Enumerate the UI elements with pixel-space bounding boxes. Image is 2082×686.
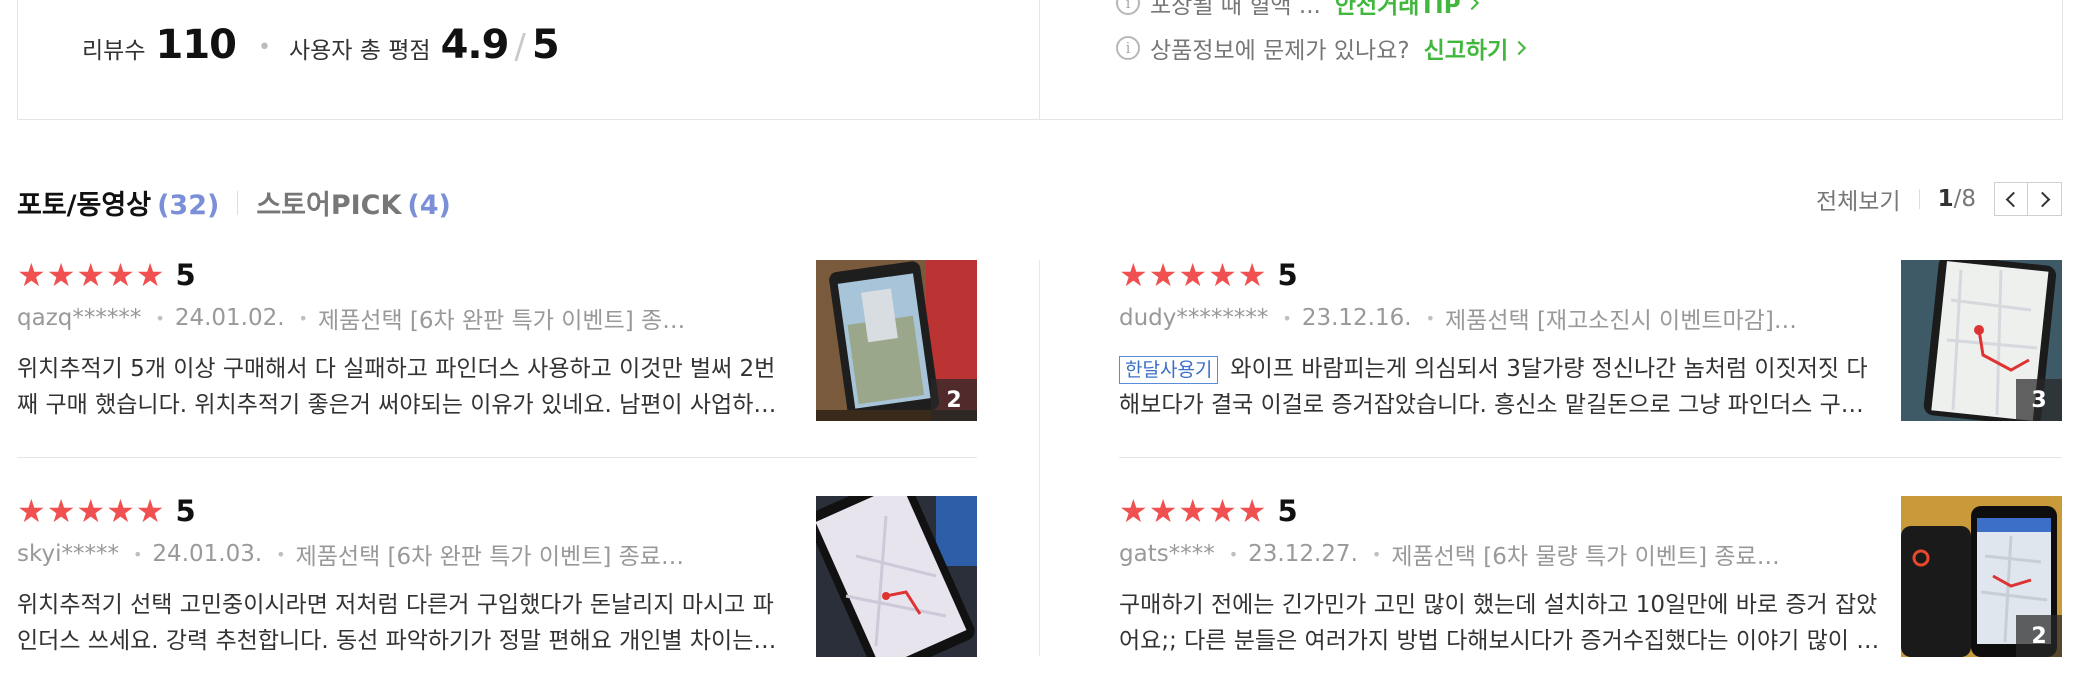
product-option: 제품선택 [6차 물량 특가 이벤트] 종료임박...: [1391, 544, 1799, 570]
star-icon: ★: [76, 492, 106, 530]
photo-count: 2: [931, 379, 977, 421]
review-meta: dudy******** • 23.12.16. • 제품선택 [재고소진시 이…: [1119, 301, 1799, 335]
view-all-link[interactable]: 전체보기: [1816, 182, 1901, 216]
safe-trade-link-label: 안전거래TIP: [1334, 0, 1461, 19]
star-icon: ★: [1237, 492, 1267, 530]
review-text: 위치추적기 선택 고민중이시라면 저처럼 다른거 구입했다가 돈날리지 마시고 …: [17, 592, 774, 654]
star-icon: ★: [1237, 256, 1267, 294]
next-page-button[interactable]: [2028, 182, 2062, 216]
star-icon: ★: [1178, 256, 1208, 294]
prev-page-button[interactable]: [1994, 182, 2028, 216]
review-meta: qazq****** • 24.01.02. • 제품선택 [6차 완판 특가 …: [17, 301, 697, 335]
review-text: 위치추적기 5개 이상 구매해서 다 실패하고 파인더스 사용하고 이것만 벌써…: [17, 356, 776, 418]
star-icon: ★: [135, 256, 165, 294]
review-card[interactable]: ★ ★ ★ ★ ★ 5 qazq****** • 24.01.02. • 제품선택 [6…: [17, 256, 977, 458]
summary-divider: [1039, 0, 1040, 119]
review-photo[interactable]: 3: [1901, 260, 2062, 421]
review-tag: 한달사용기: [1119, 356, 1219, 384]
tab-label: 스토어PICK: [256, 190, 402, 221]
pager-divider: [1918, 189, 1920, 209]
review-card[interactable]: ★ ★ ★ ★ ★ 5 dudy******** • 23.12.16. • 제품선택 …: [1119, 256, 2062, 458]
safe-trade-link[interactable]: 안전거래TIP: [1334, 0, 1479, 20]
review-date: 23.12.27.: [1248, 541, 1358, 567]
report-link[interactable]: 신고하기: [1423, 31, 1527, 65]
tab-label: 포토/동영상: [17, 190, 152, 221]
star-icon: ★: [106, 256, 135, 294]
star-icon: ★: [1208, 256, 1237, 294]
reviewer-id: skyi*****: [17, 541, 119, 567]
review-photo[interactable]: 2: [816, 260, 977, 421]
review-score: 5: [1277, 258, 1298, 292]
product-option: 제품선택 [6차 완판 특가 이벤트] 종료...: [317, 308, 697, 334]
safe-trade-text: 포장될 때 혈액 ...: [1150, 0, 1321, 19]
safe-trade-info: i 포장될 때 혈액 ... 안전거래TIP: [1116, 0, 1479, 20]
star-icon: ★: [1178, 492, 1208, 530]
review-score: 5: [175, 494, 196, 528]
rating-summary: 리뷰수 110 • 사용자 총 평점 4.9 / 5: [82, 22, 560, 68]
star-icon: ★: [1148, 256, 1178, 294]
review-score: 5: [1277, 494, 1298, 528]
column-divider: [1039, 260, 1040, 656]
rating-value: 4.9: [440, 22, 510, 68]
report-link-label: 신고하기: [1423, 38, 1509, 64]
review-body: 한달사용기 와이프 바람피는게 의심되서 3달가량 정신나간 놈처럼 이짓저짓 다…: [1119, 351, 1884, 423]
chevron-right-icon: [1512, 40, 1527, 56]
star-icon: ★: [46, 492, 76, 530]
star-icon: ★: [76, 256, 106, 294]
reviewer-id: qazq******: [17, 305, 142, 331]
rating-max: 5: [531, 22, 560, 68]
review-text: 와이프 바람피는게 의심되서 3달가량 정신나간 놈처럼 이짓저짓 다해보다가 …: [1119, 356, 1868, 418]
star-icon: ★: [106, 492, 135, 530]
tab-divider: [237, 190, 239, 215]
arrow-left-icon: [2005, 191, 2021, 207]
current-page: 1: [1937, 186, 1954, 212]
star-icon: ★: [17, 256, 46, 294]
review-count-label: 리뷰수: [82, 38, 146, 64]
review-photo[interactable]: [816, 496, 977, 657]
review-count: 110: [155, 22, 236, 68]
star-icon: ★: [1119, 256, 1148, 294]
tab-count: (32): [157, 190, 220, 221]
tab-photo-video[interactable]: 포토/동영상 (32): [17, 183, 219, 222]
review-date: 24.01.02.: [174, 305, 285, 331]
tab-count: (4): [407, 190, 451, 221]
photo-count: 2: [2016, 615, 2062, 657]
star-icon: ★: [46, 256, 76, 294]
review-photo[interactable]: 2: [1901, 496, 2062, 657]
star-icon: ★: [17, 492, 46, 530]
report-info: i 상품정보에 문제가 있나요? 신고하기: [1116, 31, 1527, 65]
page-indicator: 1/8: [1938, 186, 1976, 212]
review-date: 23.12.16.: [1301, 305, 1412, 331]
star-icon: ★: [135, 492, 165, 530]
review-date: 24.01.03.: [152, 541, 263, 567]
review-card[interactable]: ★ ★ ★ ★ ★ 5 skyi***** • 24.01.03. • 제품선택 [6차…: [17, 492, 977, 657]
star-icon: ★: [1119, 492, 1148, 530]
tab-store-pick[interactable]: 스토어PICK (4): [256, 183, 451, 222]
info-icon: i: [1116, 36, 1140, 60]
review-score: 5: [175, 258, 196, 292]
total-pages: /8: [1953, 186, 1976, 212]
product-option: 제품선택 [재고소진시 이벤트마감]: ...: [1445, 308, 1799, 334]
info-icon: i: [1116, 0, 1140, 15]
review-pager: 전체보기 1/8: [1816, 182, 2062, 216]
separator-dot: •: [257, 35, 271, 60]
review-card[interactable]: ★ ★ ★ ★ ★ 5 gats**** • 23.12.27. • 제품선택 [6차 …: [1119, 492, 2062, 657]
reviewer-id: gats****: [1119, 541, 1215, 567]
rating-label: 사용자 총 평점: [288, 38, 431, 64]
arrow-right-icon: [2034, 191, 2051, 207]
review-meta: gats**** • 23.12.27. • 제품선택 [6차 물량 특가 이벤…: [1119, 537, 1799, 571]
rating-slash: /: [514, 27, 526, 67]
star-icon: ★: [1148, 492, 1178, 530]
product-option: 제품선택 [6차 완판 특가 이벤트] 종료임...: [295, 544, 697, 570]
report-text: 상품정보에 문제가 있나요?: [1150, 38, 1410, 64]
review-meta: skyi***** • 24.01.03. • 제품선택 [6차 완판 특가 이…: [17, 537, 697, 571]
review-text: 구매하기 전에는 긴가민가 고민 많이 했는데 설치하고 10일만에 바로 증거…: [1119, 592, 1878, 654]
review-tabs: 포토/동영상 (32) 스토어PICK (4): [17, 183, 451, 222]
reviewer-id: dudy********: [1119, 305, 1269, 331]
star-icon: ★: [1208, 492, 1237, 530]
chevron-right-icon: [1464, 0, 1479, 11]
photo-count: 3: [2016, 379, 2062, 421]
